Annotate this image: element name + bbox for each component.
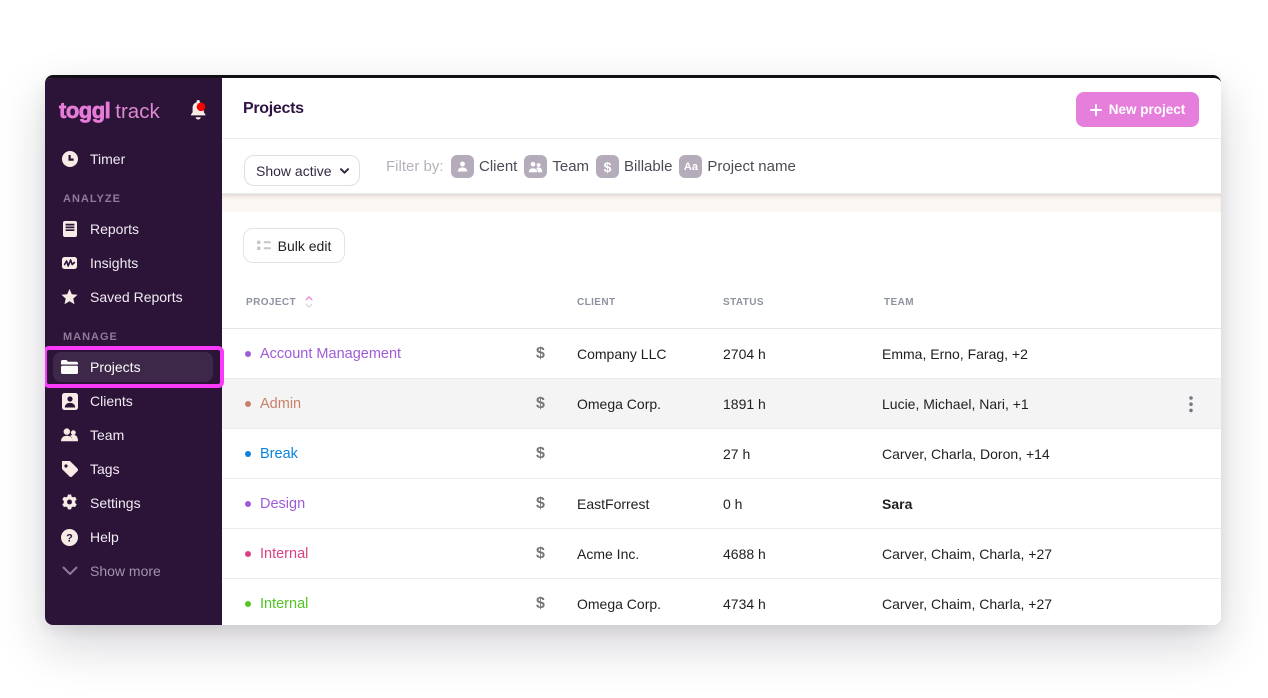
svg-text:?: ? <box>66 532 73 544</box>
